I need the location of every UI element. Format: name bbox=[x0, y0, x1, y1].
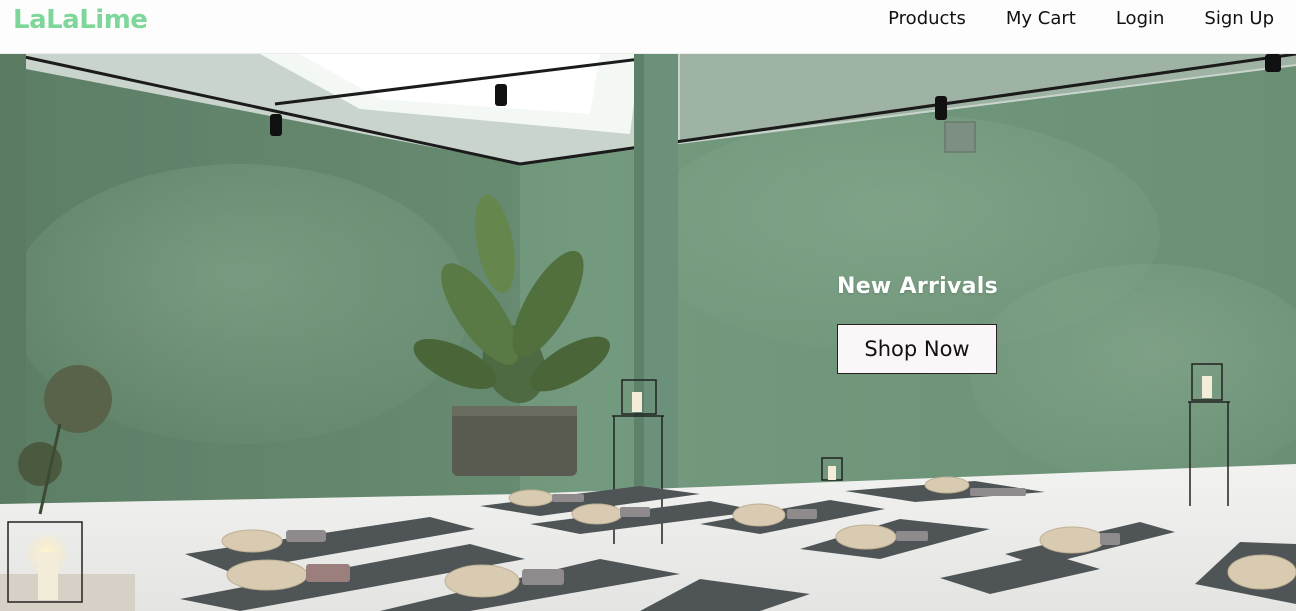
shop-now-button[interactable]: Shop Now bbox=[837, 324, 997, 374]
nav-link-sign-up[interactable]: Sign Up bbox=[1204, 8, 1274, 30]
nav-link-my-cart[interactable]: My Cart bbox=[1006, 8, 1076, 30]
hero-banner: New Arrivals Shop Now bbox=[0, 54, 1296, 611]
hero-background-image bbox=[0, 54, 1296, 611]
nav-link-login[interactable]: Login bbox=[1116, 8, 1165, 30]
hero-title: New Arrivals bbox=[837, 274, 999, 299]
nav-menu: Products My Cart Login Sign Up bbox=[888, 8, 1274, 30]
nav-link-products[interactable]: Products bbox=[888, 8, 966, 30]
brand-logo[interactable]: LaLaLime bbox=[13, 5, 148, 35]
top-navbar: LaLaLime Products My Cart Login Sign Up bbox=[0, 0, 1296, 54]
